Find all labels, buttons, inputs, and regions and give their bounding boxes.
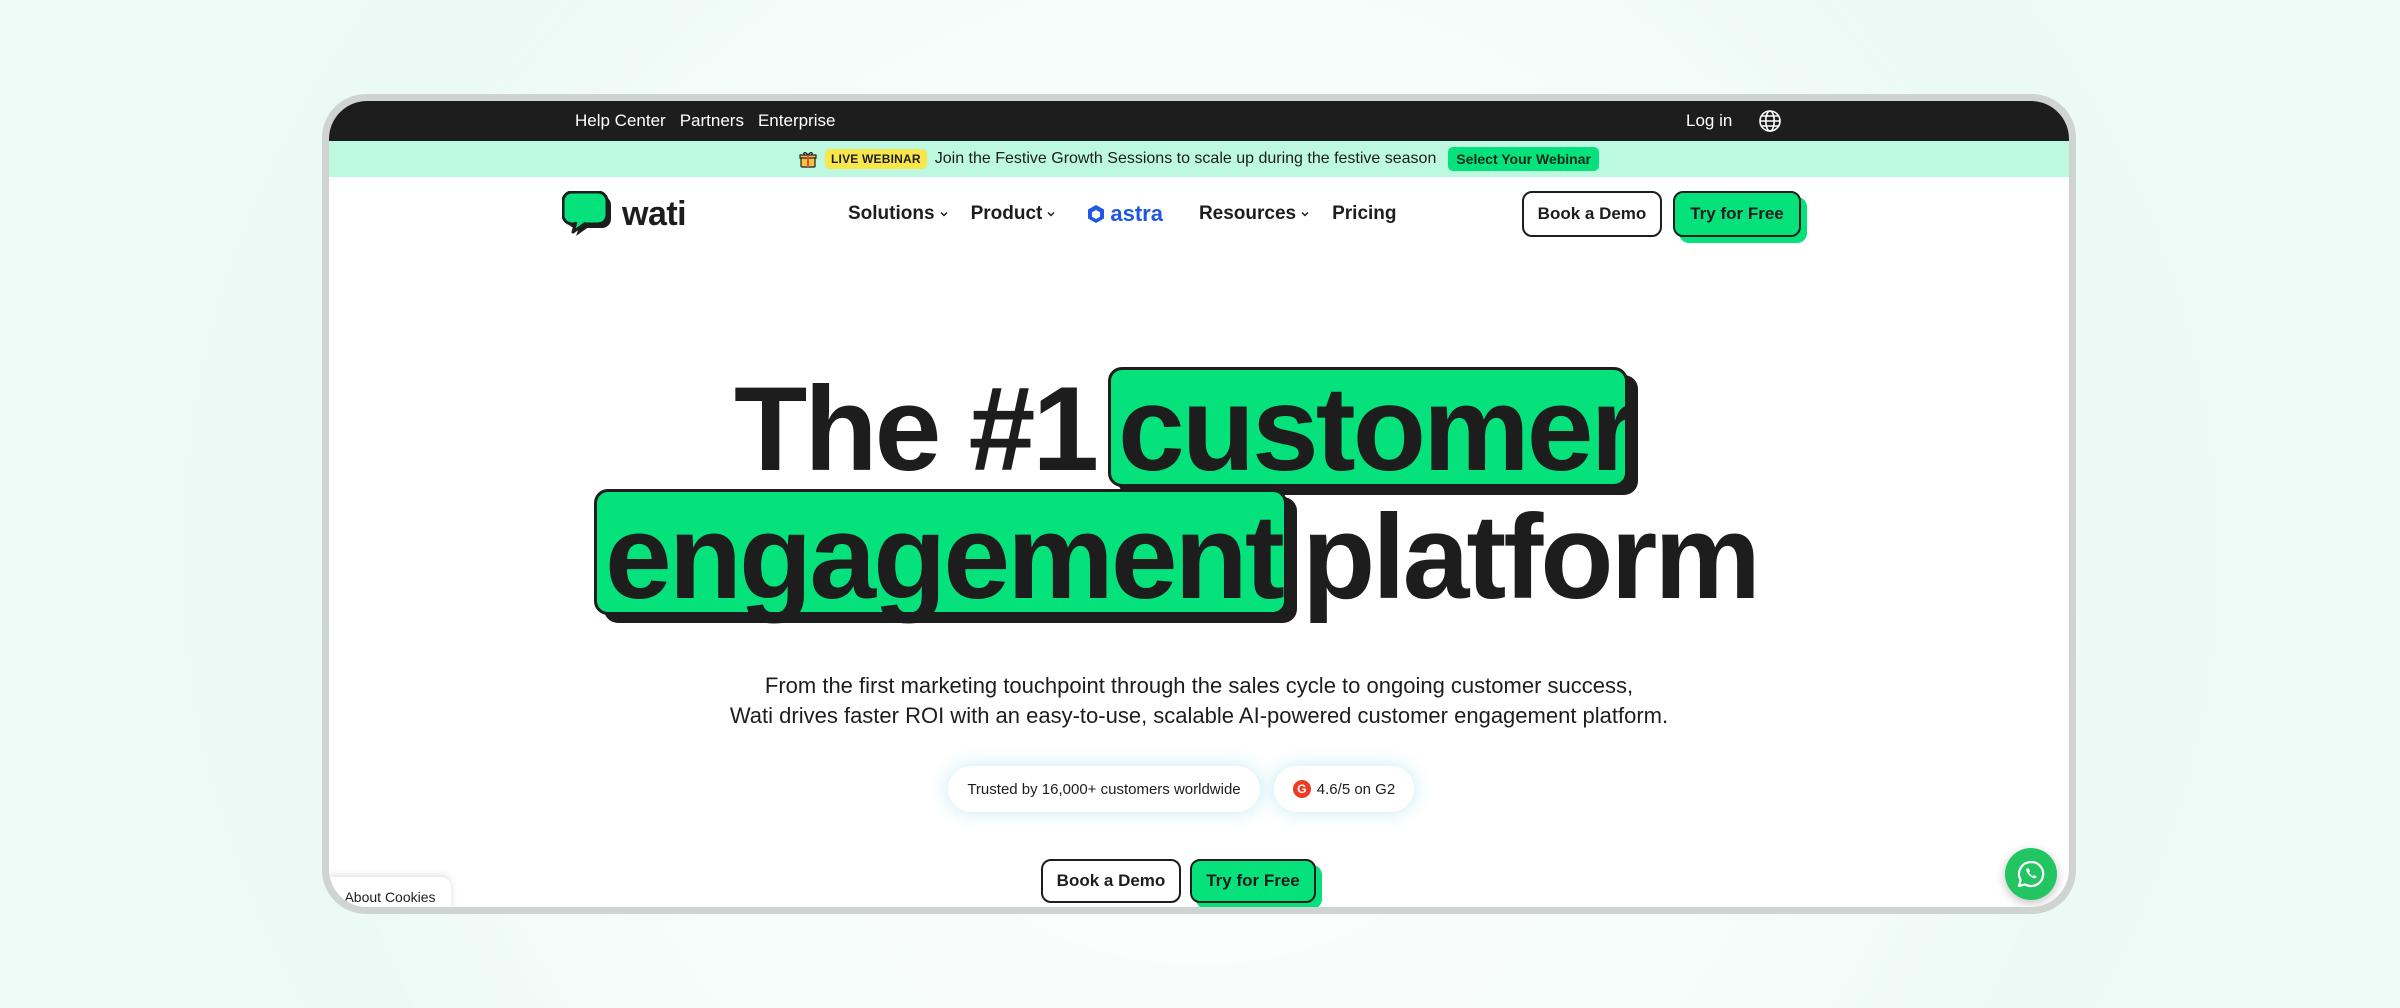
nav-resources-label: Resources (1198, 203, 1297, 224)
nav-pricing[interactable]: Pricing (1332, 203, 1396, 225)
nav-product-label: Product (970, 203, 1043, 224)
hero-try-free-button[interactable]: Try for Free (1190, 859, 1316, 903)
enterprise-link[interactable]: Enterprise (758, 111, 835, 131)
g2-logo-icon: G (1292, 780, 1311, 798)
astra-logo-icon (1088, 205, 1105, 223)
nav-menu: Solutions Product astra Resources Pricin… (848, 177, 1397, 251)
chevron-down-icon (1047, 211, 1055, 217)
hero-line1-highlight: customer (1118, 362, 1637, 496)
live-webinar-badge: LIVE WEBINAR (825, 149, 927, 169)
hero-line1-plain: The #1 (734, 362, 1099, 496)
hero-line2-plain: platform (1302, 490, 1761, 624)
hero-subcopy-line1: From the first marketing touchpoint thro… (764, 673, 1634, 698)
nav-astra[interactable]: astra (1086, 201, 1163, 227)
chevron-down-icon (940, 211, 948, 217)
gift-icon (799, 150, 817, 168)
website-screen: Help Center Partners Enterprise Log in L… (329, 101, 2069, 907)
hero-subcopy-line2: Wati drives faster ROI with an easy-to-u… (729, 703, 1669, 728)
utility-right: Log in (1686, 101, 1782, 141)
g2-rating-text: 4.6/5 on G2 (1316, 780, 1396, 798)
utility-bar: Help Center Partners Enterprise Log in (329, 101, 2069, 141)
trust-chip-text: Trusted by 16,000+ customers worldwide (967, 780, 1241, 798)
whatsapp-icon (2017, 860, 2045, 888)
about-cookies-tab[interactable]: About Cookies (329, 877, 451, 907)
partners-link[interactable]: Partners (680, 111, 744, 131)
nav-try-free-button[interactable]: Try for Free (1673, 191, 1801, 237)
hero-book-demo-button[interactable]: Book a Demo (1041, 859, 1181, 903)
main-nav: wati Solutions Product astra Resources P… (329, 177, 2069, 251)
nav-try-free-wrapper: Try for Free (1673, 191, 1807, 243)
utility-links: Help Center Partners Enterprise (575, 101, 835, 141)
trust-chip: Trusted by 16,000+ customers worldwide (948, 766, 1260, 812)
chevron-down-icon (1301, 211, 1309, 217)
astra-label: astra (1110, 201, 1163, 226)
logo-wordmark: wati (622, 194, 687, 233)
hero-try-free-wrapper: Try for Free (1190, 859, 1322, 907)
select-webinar-button[interactable]: Select Your Webinar (1448, 147, 1599, 171)
announcement-bar: LIVE WEBINAR Join the Festive Growth Ses… (329, 141, 2069, 177)
announcement-text: Join the Festive Growth Sessions to scal… (934, 150, 1437, 167)
login-link[interactable]: Log in (1686, 111, 1732, 131)
device-frame: Help Center Partners Enterprise Log in L… (322, 94, 2076, 914)
nav-resources[interactable]: Resources (1199, 203, 1310, 225)
help-center-link[interactable]: Help Center (575, 111, 666, 131)
hero-line2-highlight: engagement (605, 490, 1285, 624)
g2-rating-chip: G 4.6/5 on G2 (1274, 766, 1414, 812)
nav-book-demo-button[interactable]: Book a Demo (1522, 191, 1662, 237)
whatsapp-chat-button[interactable] (2005, 848, 2057, 900)
globe-icon[interactable] (1758, 109, 1782, 133)
chat-bubble-logo-icon (562, 191, 611, 236)
nav-product[interactable]: Product (971, 203, 1057, 225)
nav-pricing-label: Pricing (1332, 203, 1397, 224)
nav-solutions-label: Solutions (848, 203, 935, 224)
nav-solutions[interactable]: Solutions (848, 203, 949, 225)
wati-logo[interactable]: wati (562, 191, 687, 237)
